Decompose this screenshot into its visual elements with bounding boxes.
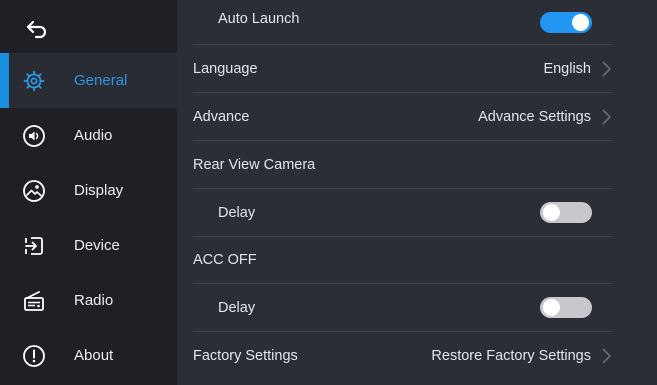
speaker-icon [22,124,46,148]
rear-camera-delay-label: Delay [218,204,256,221]
chevron-right-icon [601,60,613,78]
display-brightness-icon [22,179,46,203]
rear-camera-delay-row: Delay [193,189,613,237]
acc-delay-row: Delay [193,284,613,332]
info-icon [22,344,46,368]
auto-launch-row: Auto Launch [193,0,613,45]
sidebar-item-about[interactable]: About [0,328,177,383]
gear-icon [22,69,46,93]
sidebar-item-label: Display [74,182,124,199]
settings-panel: Auto Launch Language English Advance Adv… [177,0,657,385]
advance-row[interactable]: Advance Advance Settings [193,93,613,141]
factory-settings-row[interactable]: Factory Settings Restore Factory Setting… [193,332,613,380]
restore-factory-value: Restore Factory Settings [431,348,591,364]
sidebar-item-device[interactable]: Device [0,218,177,273]
back-button[interactable] [22,14,52,44]
sidebar-item-label: General [74,72,128,89]
advance-settings-link[interactable]: Advance Settings [478,108,613,126]
auto-launch-toggle[interactable] [540,11,592,33]
acc-delay-label: Delay [218,299,256,316]
chevron-right-icon [601,347,613,365]
sidebar-item-audio[interactable]: Audio [0,108,177,163]
language-label: Language [193,60,258,77]
factory-settings-label: Factory Settings [193,348,298,364]
acc-off-row: ACC OFF [193,237,613,284]
acc-off-label: ACC OFF [193,252,257,268]
toggle-knob [572,13,589,31]
chevron-right-icon [601,108,613,126]
toggle-knob [543,299,560,316]
sidebar-item-display[interactable]: Display [0,163,177,218]
rear-view-camera-label: Rear View Camera [193,156,316,173]
sidebar-item-general[interactable]: General [0,53,177,108]
advance-value: Advance Settings [478,108,591,125]
restore-factory-settings-link[interactable]: Restore Factory Settings [431,347,613,365]
rear-camera-delay-toggle[interactable] [540,202,592,223]
toggle-knob [543,204,560,221]
language-selector[interactable]: English [543,60,613,78]
rear-view-camera-row: Rear View Camera [193,141,613,189]
language-row[interactable]: Language English [193,45,613,93]
sidebar-item-label: About [74,347,114,364]
sidebar-item-radio[interactable]: Radio [0,273,177,328]
acc-delay-toggle[interactable] [540,297,592,318]
advance-label: Advance [193,108,250,125]
sidebar-item-label: Audio [74,127,113,144]
radio-icon [22,289,46,313]
language-value: English [543,60,591,77]
sidebar: General Audio Display Device Radio About [0,0,177,385]
auto-launch-label: Auto Launch [218,11,300,27]
sidebar-item-label: Radio [74,292,114,309]
device-input-icon [22,234,46,258]
sidebar-item-label: Device [74,237,120,254]
back-arrow-icon [26,20,47,39]
